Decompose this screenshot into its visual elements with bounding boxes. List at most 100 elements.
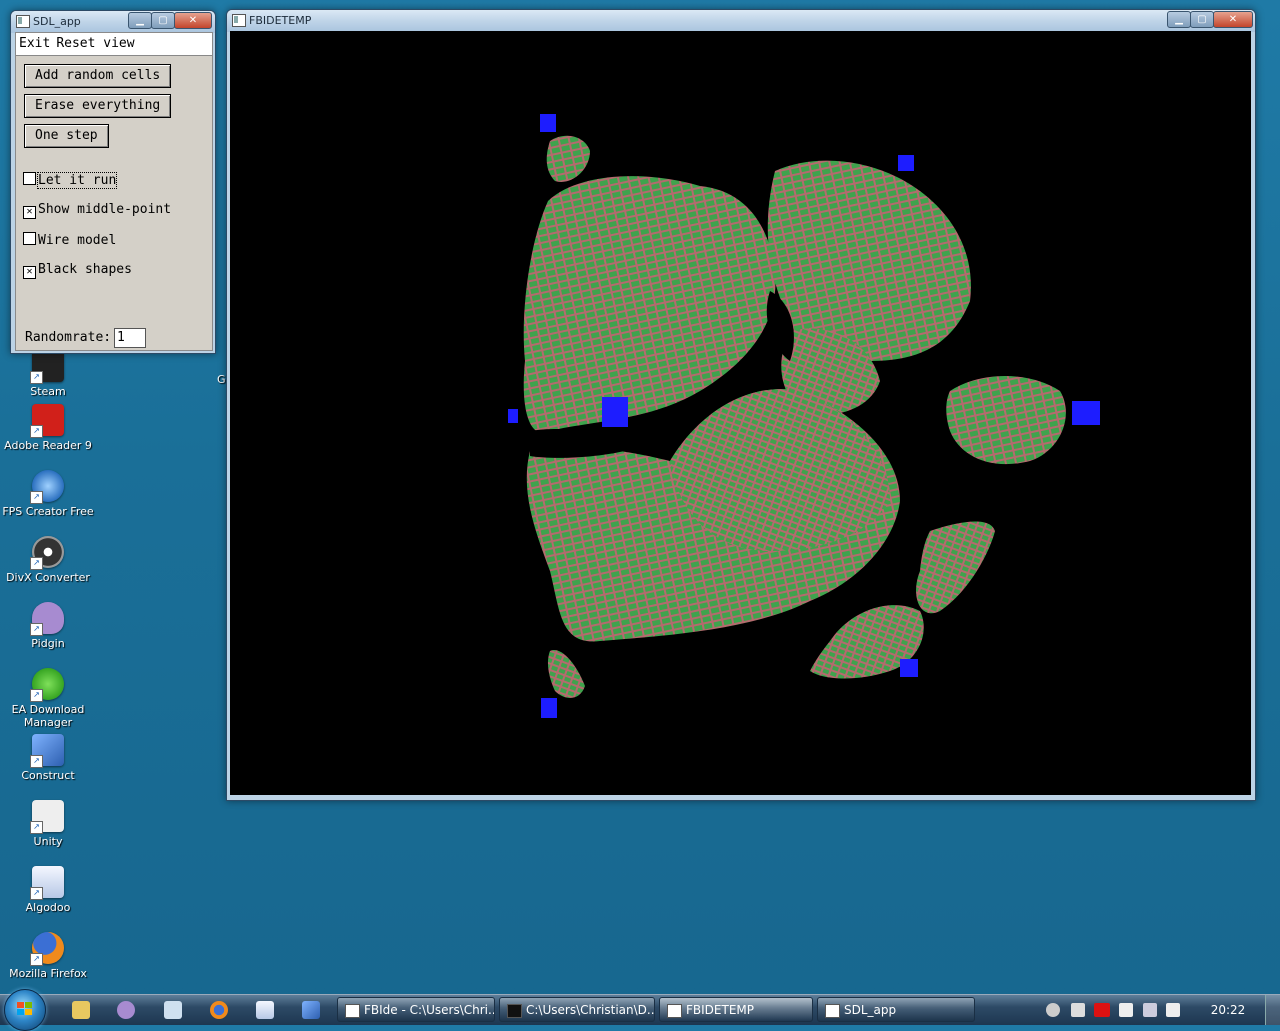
cell-scene [508, 114, 1100, 718]
taskbar-item-cmd[interactable]: C:\Users\Christian\D... [499, 997, 655, 1022]
desktop-icon-label: Construct [21, 769, 75, 782]
sdl-app-window: SDL_app ▁ ▢ ✕ Exit Reset view Add random … [10, 10, 216, 354]
tray-steam-icon[interactable] [1046, 1003, 1060, 1017]
minimize-button[interactable]: ▁ [1167, 11, 1191, 28]
middle-point-marker [900, 659, 918, 677]
middle-point-marker [1072, 401, 1100, 425]
let-it-run-checkbox[interactable]: Let it run [23, 172, 118, 189]
unity-icon: ↗ [30, 800, 64, 834]
show-desktop-button[interactable] [1265, 995, 1280, 1025]
randomrate-input[interactable]: 1 [114, 328, 146, 348]
firefox-quicklaunch-icon[interactable] [210, 1001, 228, 1019]
tray-flag-icon[interactable] [1119, 1003, 1133, 1017]
maximize-button[interactable]: ▢ [1190, 11, 1214, 28]
menu-reset-view[interactable]: Reset view [56, 36, 134, 51]
menu-exit[interactable]: Exit [19, 36, 50, 51]
cell-blob [946, 376, 1066, 465]
algodoo-quicklaunch-icon[interactable] [256, 1001, 274, 1019]
tray-network-icon[interactable] [1143, 1003, 1157, 1017]
ea-download-manager-icon: ↗ [30, 668, 64, 702]
desktop-icon-firefox[interactable]: ↗ Mozilla Firefox [2, 932, 94, 980]
randomrate-label: Randomrate: [25, 330, 112, 345]
pidgin-quicklaunch-icon[interactable] [117, 1001, 135, 1019]
partial-desktop-label: G [217, 373, 226, 386]
render-viewport[interactable] [230, 31, 1251, 795]
sdl-app-title: SDL_app [33, 15, 81, 28]
steam-icon: ↗ [30, 350, 64, 384]
one-step-button[interactable]: One step [24, 124, 109, 148]
desktop-icon-fps-creator[interactable]: ↗ FPS Creator Free [2, 470, 94, 518]
desktop-icon-ea-download-manager[interactable]: ↗ EA Download Manager [2, 668, 94, 729]
tray-app-icon[interactable] [1071, 1003, 1085, 1017]
fps-creator-icon: ↗ [30, 470, 64, 504]
add-random-cells-button[interactable]: Add random cells [24, 64, 172, 88]
middle-point-marker [540, 114, 556, 132]
maximize-button[interactable]: ▢ [151, 12, 175, 29]
cell-blob [523, 176, 776, 433]
windows-flag-icon [17, 1002, 33, 1016]
checkbox-box [23, 172, 36, 185]
taskbar-item-sdl-app[interactable]: SDL_app [817, 997, 975, 1022]
fbidetemp-title: FBIDETEMP [249, 14, 312, 27]
taskbar-item-fbidetemp[interactable]: FBIDETEMP [659, 997, 813, 1022]
close-button[interactable]: ✕ [174, 12, 212, 29]
desktop-icon-steam[interactable]: ↗ Steam [2, 350, 94, 398]
desktop-icon-divx[interactable]: ↗ DivX Converter [2, 536, 94, 584]
fbidetemp-titlebar[interactable]: FBIDETEMP ▁ ▢ ✕ [227, 10, 1255, 32]
desktop-icon-adobe-reader[interactable]: ↗ Adobe Reader 9 [2, 404, 94, 452]
black-shapes-checkbox[interactable]: ✕ Black shapes [23, 262, 132, 279]
desktop-icon-label: Steam [30, 385, 66, 398]
minimize-button[interactable]: ▁ [128, 12, 152, 29]
desktop-icon-label: Mozilla Firefox [9, 967, 87, 980]
checkbox-box [23, 232, 36, 245]
cell-blob [916, 521, 995, 614]
construct-icon: ↗ [30, 734, 64, 768]
sdl-app-titlebar[interactable]: SDL_app ▁ ▢ ✕ [11, 11, 215, 33]
cell-blob [670, 389, 890, 551]
taskbar-item-label: FBIDETEMP [686, 1003, 754, 1017]
desktop-icon-unity[interactable]: ↗ Unity [2, 800, 94, 848]
desktop-icon-label: FPS Creator Free [2, 505, 94, 518]
desktop-icon-label: DivX Converter [6, 571, 90, 584]
tray-volume-icon[interactable] [1166, 1003, 1180, 1017]
fbide-icon [345, 1004, 360, 1018]
pidgin-icon: ↗ [30, 602, 64, 636]
notepad-quicklaunch-icon[interactable] [164, 1001, 182, 1019]
start-button[interactable] [4, 989, 46, 1031]
desktop-icon-pidgin[interactable]: ↗ Pidgin [2, 602, 94, 650]
algodoo-icon: ↗ [30, 866, 64, 900]
cell-blob [547, 650, 585, 698]
desktop-icon-algodoo[interactable]: ↗ Algodoo [2, 866, 94, 914]
taskbar-clock[interactable]: 20:22 [1206, 995, 1250, 1025]
console-icon [507, 1004, 522, 1018]
taskbar-item-label: SDL_app [844, 1003, 897, 1017]
middle-point-marker [541, 698, 557, 718]
desktop-icon-label: Unity [33, 835, 63, 848]
wire-model-checkbox[interactable]: Wire model [23, 232, 116, 249]
desktop-icon-label: Algodoo [25, 901, 71, 914]
taskbar-item-fbide[interactable]: FBIde - C:\Users\Chri... [337, 997, 495, 1022]
divx-converter-icon: ↗ [30, 536, 64, 570]
explorer-quicklaunch-icon[interactable] [72, 1001, 90, 1019]
adobe-reader-icon: ↗ [30, 404, 64, 438]
middle-point-marker [898, 155, 914, 171]
checkbox-label: Black shapes [38, 262, 132, 277]
construct-quicklaunch-icon[interactable] [302, 1001, 320, 1019]
checkbox-label: Show middle-point [38, 202, 172, 217]
checkbox-box-checked: ✕ [23, 266, 36, 279]
middle-point-marker [508, 409, 518, 423]
desktop-icon-label: Pidgin [31, 637, 65, 650]
checkbox-box-checked: ✕ [23, 206, 36, 219]
middle-point-marker [602, 397, 628, 427]
close-button[interactable]: ✕ [1213, 11, 1253, 28]
show-middle-point-checkbox[interactable]: ✕ Show middle-point [23, 202, 171, 219]
tray-ati-icon[interactable] [1094, 1003, 1110, 1017]
erase-everything-button[interactable]: Erase everything [24, 94, 172, 118]
desktop-icon-construct[interactable]: ↗ Construct [2, 734, 94, 782]
firefox-icon: ↗ [30, 932, 64, 966]
window-app-icon [825, 1004, 840, 1018]
checkbox-label: Let it run [36, 172, 118, 189]
desktop-icon-label: EA Download Manager [11, 703, 85, 729]
window-app-icon [232, 14, 246, 27]
window-app-icon [667, 1004, 682, 1018]
